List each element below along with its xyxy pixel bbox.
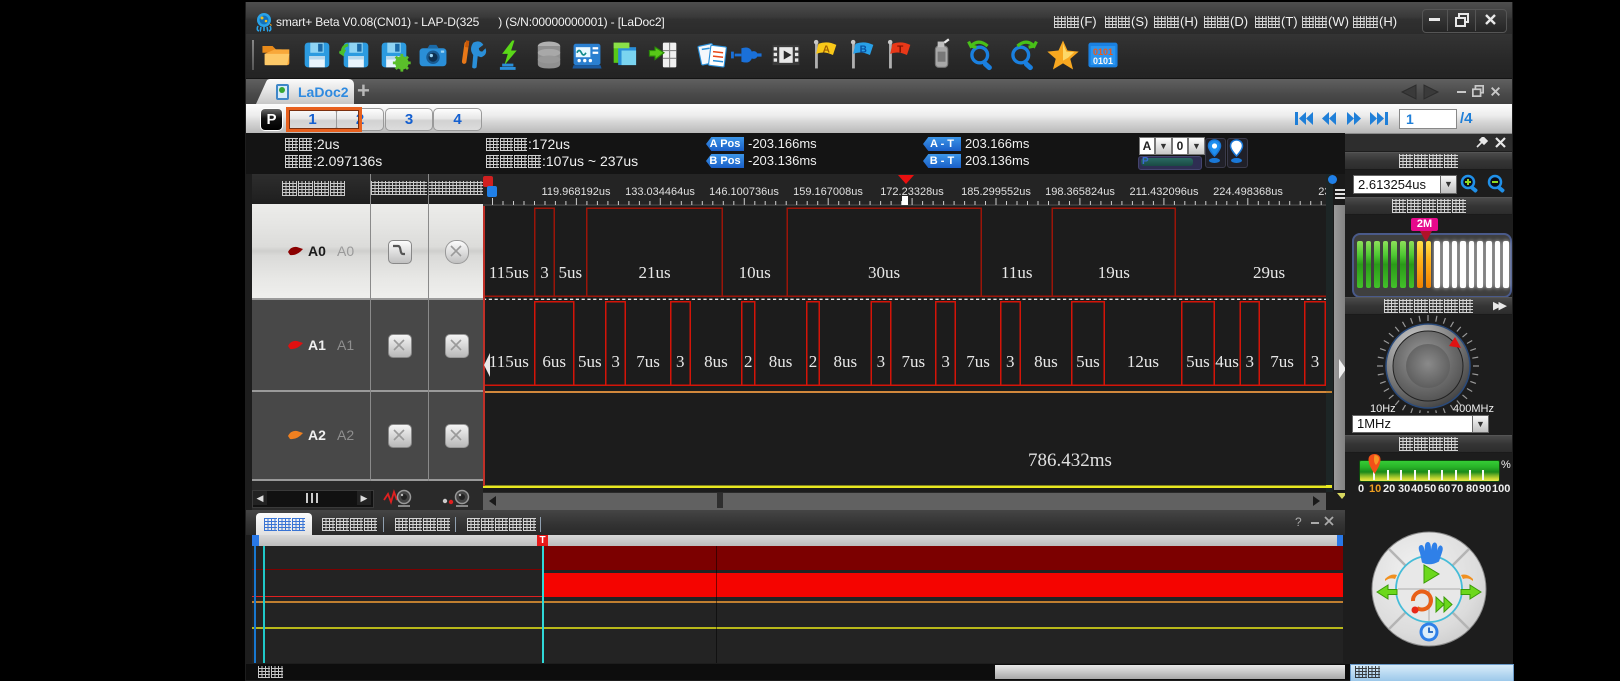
svg-text:115us: 115us [489,263,529,282]
svg-text:7us: 7us [1270,352,1294,371]
svg-text:237.5: 237.5 [1318,186,1326,198]
svg-text:2: 2 [809,352,818,371]
svg-text:172.23328us: 172.23328us [880,186,944,198]
svg-text:6us: 6us [542,352,566,371]
svg-text:119.968192us: 119.968192us [542,186,611,198]
svg-text:8us: 8us [769,352,793,371]
svg-text:5us: 5us [1076,352,1100,371]
svg-text:A: A [823,45,831,56]
svg-text:0101: 0101 [1093,56,1113,66]
svg-text:3: 3 [676,352,685,371]
svg-text:7us: 7us [966,352,990,371]
svg-text:224.498368us: 224.498368us [1213,186,1283,198]
svg-text:12us: 12us [1127,352,1159,371]
svg-text:T: T [897,45,904,56]
svg-text:211.432096us: 211.432096us [1130,186,1199,198]
svg-text:3: 3 [1006,352,1015,371]
svg-text:7us: 7us [636,352,660,371]
svg-text:10us: 10us [739,263,771,282]
svg-text:786.432ms: 786.432ms [1028,450,1112,471]
svg-text:146.100736us: 146.100736us [709,186,779,198]
svg-text:3: 3 [941,352,950,371]
svg-text:3: 3 [540,263,549,282]
svg-text:8us: 8us [704,352,728,371]
svg-text:8us: 8us [833,352,857,371]
svg-text:29us: 29us [1253,263,1285,282]
svg-text:5us: 5us [1186,352,1210,371]
svg-text:30us: 30us [868,263,900,282]
svg-text:8us: 8us [1034,352,1058,371]
svg-text:B: B [860,45,867,56]
svg-text:3: 3 [877,352,886,371]
svg-text:159.167008us: 159.167008us [793,186,863,198]
svg-text:185.299552us: 185.299552us [961,186,1031,198]
svg-text:198.365824us: 198.365824us [1045,186,1115,198]
svg-text:7us: 7us [901,352,925,371]
svg-text:115us: 115us [489,352,529,371]
svg-text:3: 3 [611,352,620,371]
svg-text:19us: 19us [1098,263,1130,282]
svg-text:LaDoc2: LaDoc2 [298,84,349,100]
svg-text:3: 3 [1311,352,1320,371]
svg-text:2: 2 [744,352,753,371]
svg-text:3: 3 [1245,352,1254,371]
svg-text:5us: 5us [578,352,602,371]
svg-text:133.034464us: 133.034464us [625,186,695,198]
svg-text:11us: 11us [1001,263,1033,282]
svg-text:4us: 4us [1215,352,1239,371]
svg-text:21us: 21us [638,263,670,282]
svg-text:5us: 5us [558,263,582,282]
